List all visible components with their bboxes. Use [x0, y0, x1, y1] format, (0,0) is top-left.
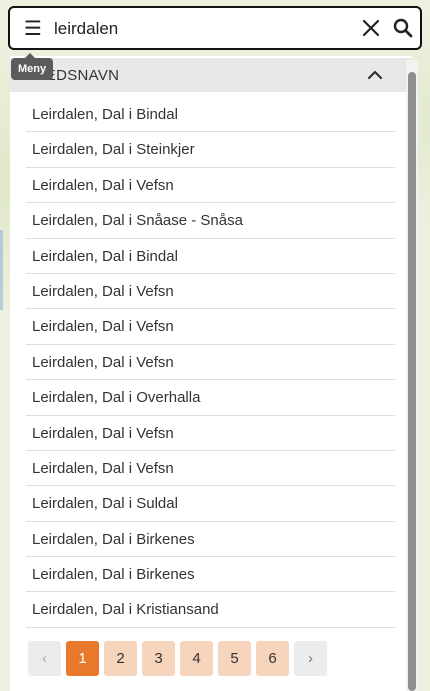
- result-item[interactable]: Leirdalen, Dal i Vefsn: [26, 274, 395, 310]
- search-button[interactable]: [390, 15, 416, 41]
- result-item[interactable]: Leirdalen, Dal i Steinkjer: [26, 132, 395, 168]
- page-button-5[interactable]: 5: [218, 641, 251, 676]
- result-item[interactable]: Leirdalen, Dal i Suldal: [26, 486, 395, 522]
- section-header-stedsnavn[interactable]: STEDSNAVN: [10, 58, 412, 92]
- result-item[interactable]: Leirdalen, Dal i Vefsn: [26, 451, 395, 487]
- close-icon: [362, 19, 380, 37]
- search-input[interactable]: [54, 16, 344, 42]
- result-item[interactable]: Leirdalen, Dal i Vefsn: [26, 345, 395, 381]
- result-item[interactable]: Leirdalen, Dal i Birkenes: [26, 557, 395, 593]
- next-page-button[interactable]: ›: [294, 641, 327, 676]
- map-river-segment: [0, 230, 3, 310]
- page-button-4[interactable]: 4: [180, 641, 213, 676]
- scrollbar-thumb[interactable]: [408, 72, 416, 691]
- search-results-panel: STEDSNAVN Leirdalen, Dal i Bindal Leirda…: [10, 56, 412, 691]
- page-button-2[interactable]: 2: [104, 641, 137, 676]
- result-item[interactable]: Leirdalen, Dal i Birkenes: [26, 522, 395, 558]
- result-item[interactable]: Leirdalen, Dal i Snåase - Snåsa: [26, 203, 395, 239]
- menu-tooltip: Meny: [11, 53, 54, 80]
- menu-button[interactable]: ☰: [20, 15, 46, 41]
- result-item[interactable]: Leirdalen, Dal i Kristiansand: [26, 592, 395, 628]
- clear-search-button[interactable]: [358, 15, 384, 41]
- result-item[interactable]: Leirdalen, Dal i Vefsn: [26, 168, 395, 204]
- result-item[interactable]: Leirdalen, Dal i Vefsn: [26, 416, 395, 451]
- result-item[interactable]: Leirdalen, Dal i Vefsn: [26, 309, 395, 345]
- result-item[interactable]: Leirdalen, Dal i Overhalla: [26, 380, 395, 416]
- search-icon: [393, 18, 413, 38]
- hamburger-icon: ☰: [24, 17, 42, 40]
- page-button-6[interactable]: 6: [256, 641, 289, 676]
- collapse-section-button[interactable]: [364, 64, 386, 86]
- result-item[interactable]: Leirdalen, Dal i Bindal: [26, 239, 395, 274]
- pagination: ‹ 1 2 3 4 5 6 ›: [28, 641, 327, 676]
- result-item[interactable]: Leirdalen, Dal i Bindal: [26, 97, 395, 133]
- results-list: Leirdalen, Dal i Bindal Leirdalen, Dal i…: [26, 97, 395, 628]
- prev-page-button[interactable]: ‹: [28, 641, 61, 676]
- search-bar: ☰: [8, 6, 422, 50]
- page-button-3[interactable]: 3: [142, 641, 175, 676]
- page-button-1[interactable]: 1: [66, 641, 99, 676]
- chevron-up-icon: [367, 70, 383, 80]
